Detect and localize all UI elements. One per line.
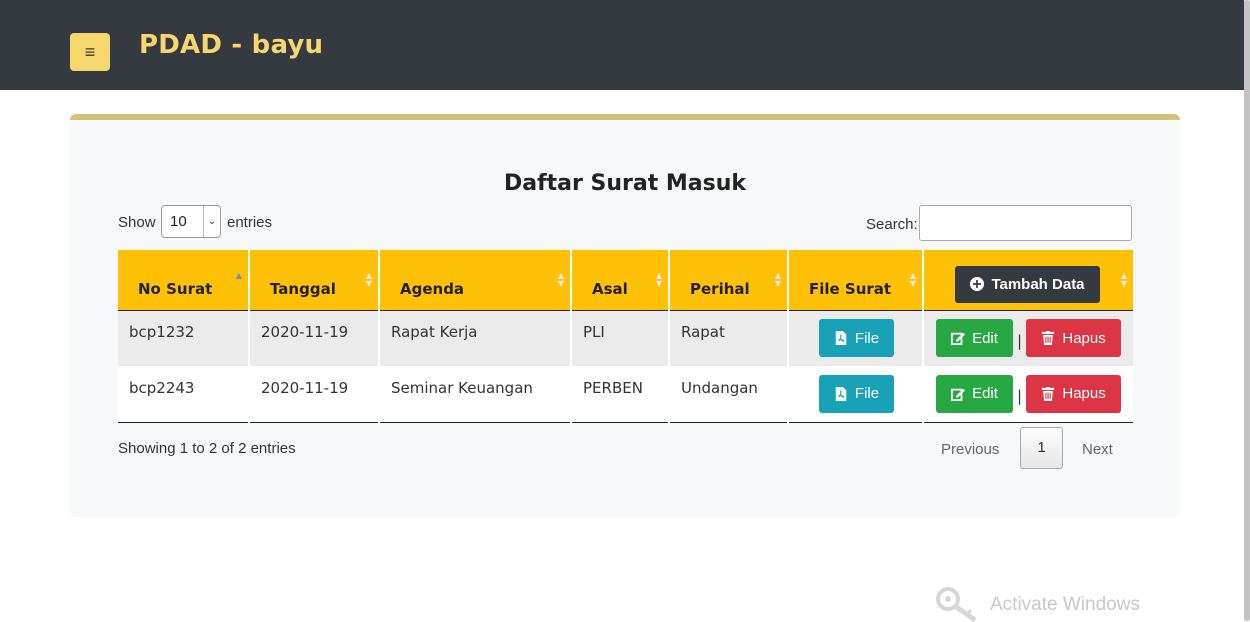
pdf-file-icon [835,386,847,401]
entries-label: entries [227,214,273,231]
file-button[interactable]: File [819,319,894,358]
col-header-actions[interactable]: Tambah Data ▲ ▼ [923,250,1133,311]
col-header-asal[interactable]: Asal ▲ ▼ [571,250,670,311]
col-header-tanggal[interactable]: Tanggal ▲ ▼ [249,250,380,311]
trash-icon [1042,331,1055,346]
surat-masuk-table: No Surat ▲▼ Tanggal ▲▼ Agenda ▲▼ Asal ▲▼… [118,250,1133,423]
pdf-file-icon [835,331,847,346]
brand-title[interactable]: PDAD - bayu [139,30,323,60]
col-header-file-surat[interactable]: File Surat ▲ ▼ [788,250,924,311]
key-icon [936,587,977,622]
scrollbar[interactable] [1244,0,1250,621]
trash-icon [1042,386,1055,401]
pagination-page-1[interactable]: 1 [1020,427,1063,469]
plus-circle-icon [970,277,985,291]
sort-icon: ▲ ▼ [655,271,662,288]
sort-icon: ▲ ▼ [774,271,781,288]
separator: | [1017,331,1023,350]
entries-length-select[interactable]: 10 ⌄ [161,205,221,238]
cell-asal: PLI [571,310,670,366]
sort-icon: ▲ ▼ [557,271,564,288]
pagination-next[interactable]: Next [1082,441,1113,458]
cell-asal: PERBEN [571,366,670,423]
sort-icon: ▲ ▼ [1120,271,1127,288]
sort-icon: ▲ ▼ [909,271,916,288]
sort-asc-icon: ▲▼ [235,271,242,280]
cell-perihal: Rapat [669,310,789,366]
scrollbar-thumb[interactable] [1244,0,1250,621]
cell-perihal: Undangan [669,366,789,423]
file-button[interactable]: File [819,374,894,413]
menu-toggle-button[interactable]: ≡ [70,33,110,71]
col-header-no-surat[interactable]: No Surat ▲▼ [118,250,250,311]
top-navbar: ≡ PDAD - bayu [0,0,1250,90]
tambah-data-button[interactable]: Tambah Data [955,265,1100,303]
hapus-button[interactable]: Hapus [1026,319,1122,358]
table-row: bcp2243 2020-11-19 Seminar Keuangan PERB… [118,366,1133,423]
edit-icon [951,388,966,401]
chevron-down-icon: ⌄ [203,206,220,237]
cell-file: File [788,310,924,366]
cell-tanggal: 2020-11-19 [249,310,380,366]
col-header-agenda[interactable]: Agenda ▲ ▼ [379,250,572,311]
pagination-previous[interactable]: Previous [941,441,999,458]
col-header-perihal[interactable]: Perihal ▲ ▼ [669,250,789,311]
cell-agenda: Rapat Kerja [379,310,572,366]
search-input[interactable] [919,205,1132,241]
search-label: Search: [866,216,918,233]
cell-tanggal: 2020-11-19 [249,366,380,423]
separator: | [1017,387,1023,406]
edit-button[interactable]: Edit [936,374,1013,413]
sort-icon: ▲ ▼ [365,271,372,288]
cell-no-surat: bcp2243 [118,366,250,423]
edit-icon [951,333,966,346]
page-title: Daftar Surat Masuk [503,171,747,196]
hamburger-icon: ≡ [84,42,96,62]
table-info: Showing 1 to 2 of 2 entries [118,440,296,457]
table-row: bcp1232 2020-11-19 Rapat Kerja PLI Rapat… [118,310,1133,366]
activate-windows-watermark: Activate Windows [990,594,1140,615]
cell-actions: Edit | Hapus [923,310,1133,366]
show-label: Show [118,214,156,231]
entries-length-value: 10 [170,213,187,230]
table-header-row: No Surat ▲▼ Tanggal ▲▼ Agenda ▲▼ Asal ▲▼… [118,250,1133,311]
cell-file: File [788,366,924,423]
cell-agenda: Seminar Keuangan [379,366,572,423]
hapus-button[interactable]: Hapus [1026,374,1122,413]
edit-button[interactable]: Edit [936,319,1013,358]
cell-no-surat: bcp1232 [118,310,250,366]
cell-actions: Edit | Hapus [923,366,1133,423]
